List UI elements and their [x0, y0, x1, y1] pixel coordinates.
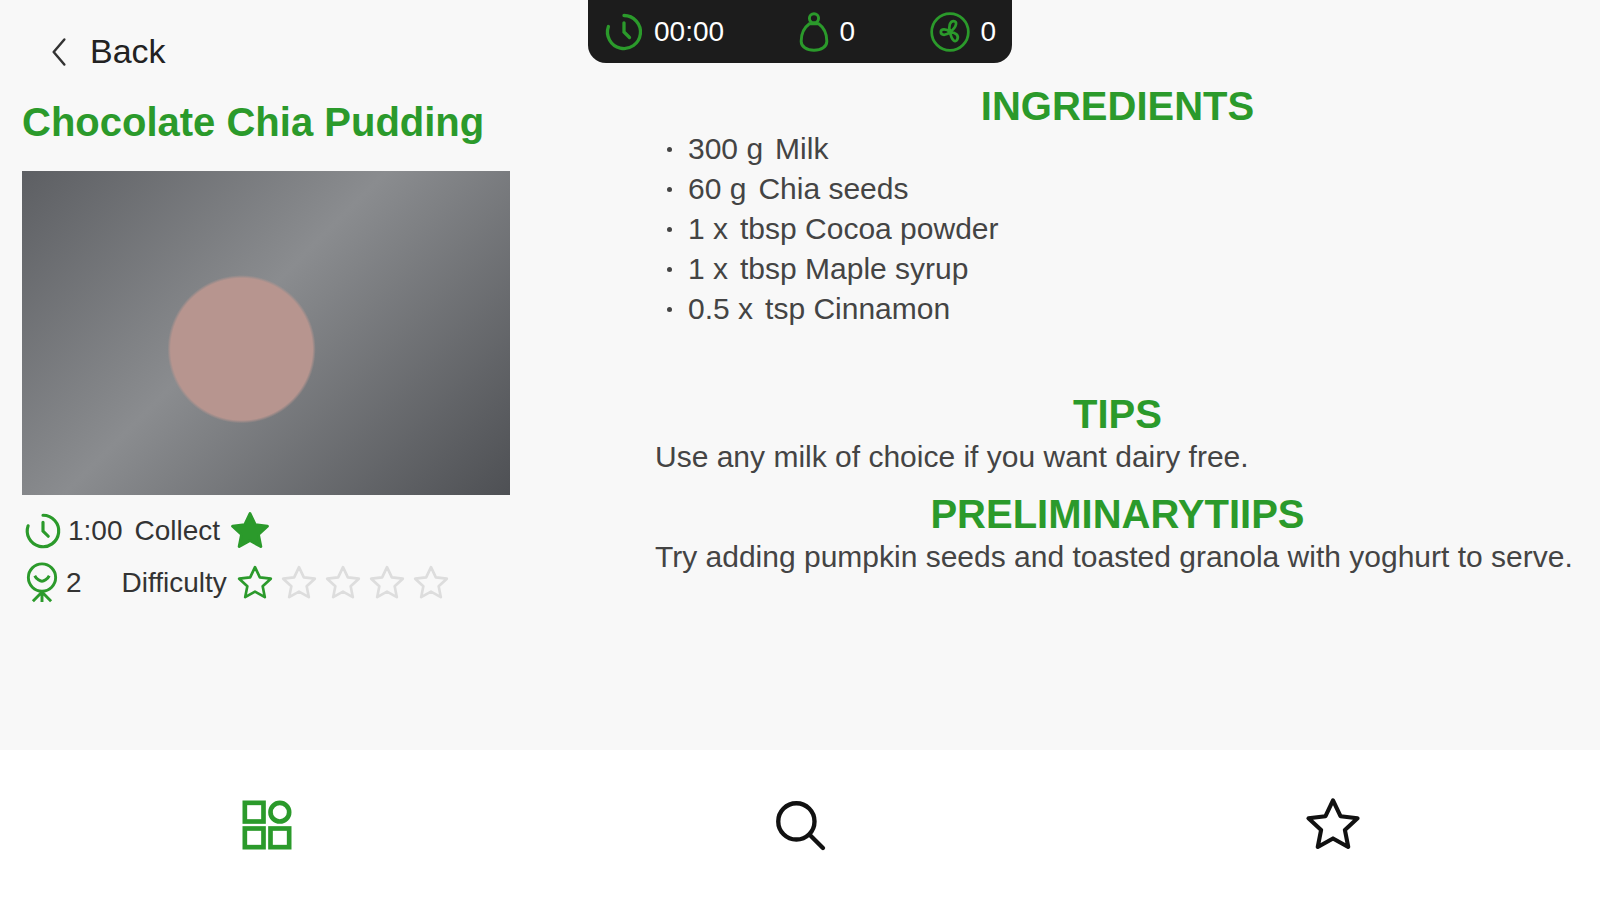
search-icon: [771, 796, 829, 854]
ingredient-item: 300 gMilk: [655, 129, 1580, 169]
preliminary-tips-text: Try adding pumpkin seeds and toasted gra…: [655, 537, 1580, 577]
recipe-details: INGREDIENTS300 gMilk60 gChia seeds1 xtbs…: [640, 71, 1580, 605]
difficulty-star-icon: [235, 563, 275, 603]
weight-icon: [797, 10, 831, 54]
recipe-page: Back 00:00 0 0 Chocolate Chia Pudding 1:00 Col…: [0, 0, 1600, 900]
status-pill: 00:00 0 0: [588, 0, 1012, 63]
difficulty-star-icon: [367, 563, 407, 603]
back-label: Back: [90, 32, 166, 71]
recipe-summary: Chocolate Chia Pudding 1:00 Collect 2 Diffic…: [0, 71, 640, 605]
difficulty-star-icon: [411, 563, 451, 603]
recipe-title: Chocolate Chia Pudding: [22, 99, 640, 145]
servings: 2: [66, 567, 82, 599]
timer-icon: [602, 10, 646, 54]
nav-button[interactable]: [231, 789, 303, 861]
content: Chocolate Chia Pudding 1:00 Collect 2 Diffic…: [0, 71, 1600, 605]
collect-label: Collect: [135, 515, 221, 547]
preliminary-tips-heading: PRELIMINARYTIIPS: [655, 491, 1580, 537]
difficulty-label: Difficulty: [122, 567, 227, 599]
star-icon: [1302, 794, 1364, 856]
collect-button[interactable]: [228, 509, 272, 553]
cook-time: 1:00: [68, 515, 123, 547]
header: Back 00:00 0 0: [0, 0, 1600, 71]
main-area: Back 00:00 0 0 Chocolate Chia Pudding 1:00 Col…: [0, 0, 1600, 750]
difficulty-star-icon: [323, 563, 363, 603]
timer-status: 00:00: [602, 10, 724, 54]
ingredient-item: 60 gChia seeds: [655, 169, 1580, 209]
weight-status: 0: [797, 10, 855, 54]
collect-star-icon: [228, 509, 272, 553]
ingredient-item: 1 xtbsp Cocoa powder: [655, 209, 1580, 249]
tips-text: Use any milk of choice if you want dairy…: [655, 437, 1580, 477]
clock-icon: [22, 510, 64, 552]
fan-icon: [928, 10, 972, 54]
ingredient-item: 1 xtbsp Maple syrup: [655, 249, 1580, 289]
difficulty-row: 2 Difficulty: [22, 561, 640, 605]
bottom-nav: [0, 750, 1600, 900]
nav-button[interactable]: [763, 788, 837, 862]
chevron-left-icon: [50, 36, 68, 68]
ingredients-heading: INGREDIENTS: [655, 83, 1580, 129]
ingredients-list: 300 gMilk60 gChia seeds1 xtbsp Cocoa pow…: [655, 129, 1580, 329]
nav-button[interactable]: [1294, 786, 1372, 864]
grid-icon: [239, 797, 295, 853]
difficulty-star-icon: [279, 563, 319, 603]
recipe-photo: [22, 171, 510, 495]
tips-heading: TIPS: [655, 391, 1580, 437]
back-button[interactable]: Back: [50, 32, 166, 71]
time-row: 1:00 Collect: [22, 509, 640, 553]
ingredient-item: 0.5 xtsp Cinnamon: [655, 289, 1580, 329]
speed-status: 0: [928, 10, 996, 54]
chef-icon: [22, 561, 62, 605]
